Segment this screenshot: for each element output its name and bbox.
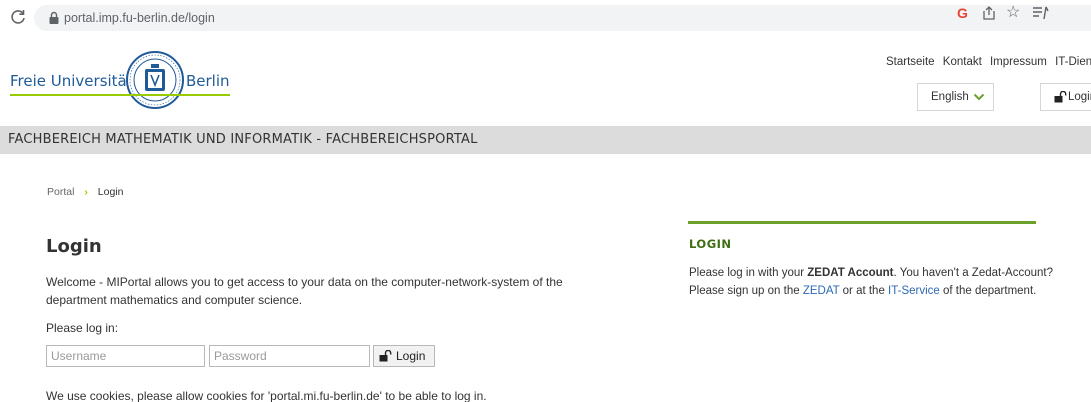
sidebar-text-part: of the department. xyxy=(939,285,1037,297)
share-icon[interactable] xyxy=(981,5,997,21)
breadcrumb-separator-icon: › xyxy=(84,186,88,198)
language-label: English xyxy=(931,91,969,103)
page-title: Login xyxy=(46,236,102,257)
zedat-link[interactable]: ZEDAT xyxy=(803,285,840,297)
logo-text-left: Freie Universität xyxy=(10,72,133,90)
logo-text-right: Berlin xyxy=(186,72,230,90)
breadcrumb-portal[interactable]: Portal xyxy=(47,186,74,198)
sidebar-title: LOGIN xyxy=(689,237,732,251)
department-title[interactable]: FACHBEREICH MATHEMATIK UND INFORMATIK - … xyxy=(8,132,478,147)
bookmark-star-icon[interactable]: ☆ xyxy=(1006,2,1020,22)
google-icon[interactable]: G xyxy=(957,5,968,21)
sidebar-text-part: Please log in with your xyxy=(689,267,808,279)
login-button[interactable]: Login xyxy=(373,345,435,367)
address-bar[interactable]: portal.imp.fu-berlin.de/login xyxy=(34,5,1091,31)
lock-open-icon xyxy=(379,350,392,362)
username-placeholder: Username xyxy=(51,349,107,363)
it-service-link[interactable]: IT-Service xyxy=(888,285,940,297)
password-input[interactable]: Password xyxy=(209,345,370,367)
header-login-label: Login xyxy=(1068,91,1091,103)
sidebar-divider xyxy=(688,221,1036,224)
chevron-down-icon xyxy=(973,93,985,101)
nav-link-impressum[interactable]: Impressum xyxy=(990,56,1047,68)
breadcrumb-current: Login xyxy=(97,186,124,198)
logo-underline xyxy=(10,94,230,96)
login-prompt: Please log in: xyxy=(46,321,119,335)
login-button-label: Login xyxy=(396,349,426,363)
browser-toolbar: portal.imp.fu-berlin.de/login G ☆ xyxy=(0,0,1091,36)
lock-open-icon xyxy=(1054,91,1067,103)
nav-link-startseite[interactable]: Startseite xyxy=(886,56,935,68)
reload-icon[interactable] xyxy=(9,8,27,26)
lock-icon[interactable] xyxy=(48,11,60,25)
sidebar-text-part: or at the xyxy=(839,285,889,297)
department-bar: FACHBEREICH MATHEMATIK UND INFORMATIK - … xyxy=(0,126,1091,154)
url-text[interactable]: portal.imp.fu-berlin.de/login xyxy=(64,11,215,25)
fu-berlin-logo[interactable]: Freie Universität Berlin xyxy=(10,50,232,112)
breadcrumb: Portal › Login xyxy=(47,186,123,198)
header-login-button[interactable]: Login xyxy=(1040,83,1091,111)
reading-list-icon[interactable] xyxy=(1032,5,1050,21)
password-placeholder: Password xyxy=(214,349,267,363)
nav-link-kontakt[interactable]: Kontakt xyxy=(943,56,982,68)
welcome-text: Welcome - MIPortal allows you to get acc… xyxy=(46,275,563,307)
nav-link-it-dienste[interactable]: IT-Diens xyxy=(1055,56,1091,68)
username-input[interactable]: Username xyxy=(46,345,205,367)
cookie-note: We use cookies, please allow cookies for… xyxy=(46,389,487,402)
top-navigation: Startseite Kontakt Impressum IT-Diens xyxy=(886,56,1091,68)
language-select[interactable]: English xyxy=(917,83,994,111)
zedat-account-bold: ZEDAT Account xyxy=(807,267,894,279)
university-seal-icon xyxy=(126,51,184,109)
sidebar-text: Please log in with your ZEDAT Account. Y… xyxy=(689,264,1069,300)
